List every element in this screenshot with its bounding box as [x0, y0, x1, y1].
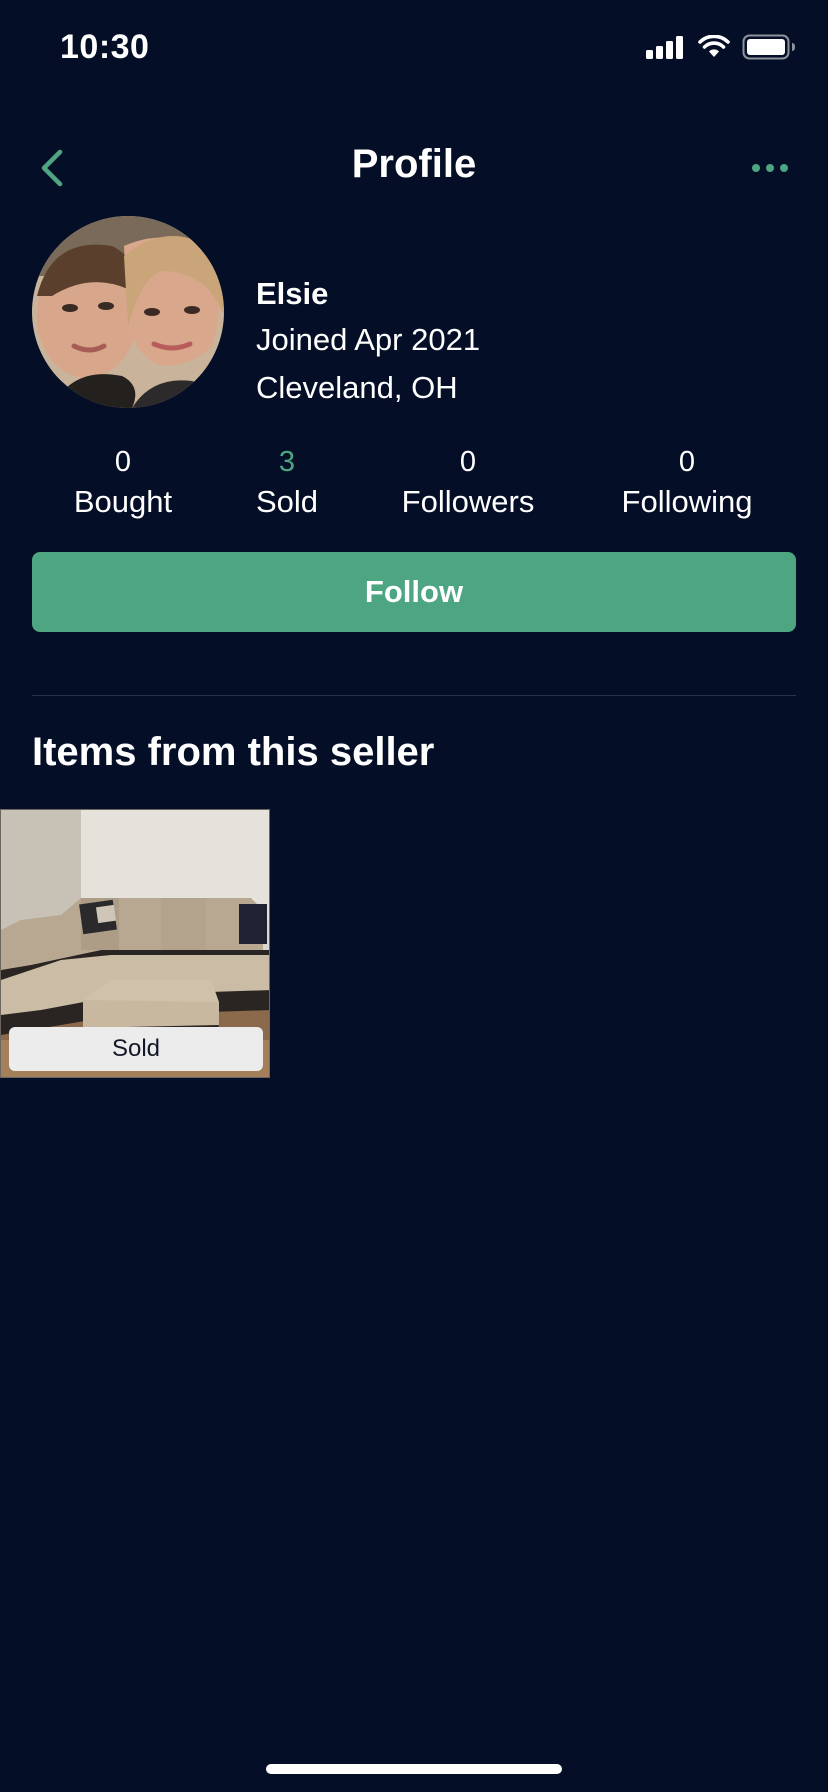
stat-followers-label: Followers: [401, 484, 535, 519]
user-name: Elsie: [256, 276, 329, 311]
stat-bought[interactable]: 0 Bought: [74, 442, 172, 522]
stat-following-label: Following: [621, 484, 753, 519]
signal-icon: [646, 36, 683, 59]
avatar: [32, 216, 224, 408]
stat-following-value: 0: [678, 446, 696, 478]
more-options-button[interactable]: [750, 160, 790, 176]
sold-badge: Sold: [9, 1027, 263, 1071]
stat-sold-value: 3: [278, 446, 296, 478]
stat-bought-value: 0: [114, 446, 132, 478]
page-title: Profile: [351, 142, 477, 186]
status-icons: [646, 34, 796, 60]
home-indicator[interactable]: [266, 1764, 562, 1774]
stat-sold[interactable]: 3 Sold: [256, 442, 318, 522]
items-section-title: Items from this seller: [32, 730, 435, 774]
divider: [32, 695, 796, 696]
avatar-photo: [32, 216, 224, 408]
stat-sold-label: Sold: [255, 484, 319, 519]
stat-bought-label: Bought: [73, 484, 173, 519]
item-card[interactable]: Sold: [0, 809, 270, 1078]
battery-icon: [742, 34, 795, 60]
stat-following[interactable]: 0 Following: [622, 442, 753, 522]
user-joined-date: Joined Apr 2021: [256, 322, 481, 357]
follow-button[interactable]: Follow: [32, 552, 796, 632]
wifi-icon: [698, 35, 730, 57]
user-location: Cleveland, OH: [256, 370, 458, 405]
status-time: 10:30: [60, 28, 150, 66]
more-horizontal-icon: [752, 164, 788, 172]
stat-followers-value: 0: [459, 446, 477, 478]
stat-followers[interactable]: 0 Followers: [402, 442, 535, 522]
